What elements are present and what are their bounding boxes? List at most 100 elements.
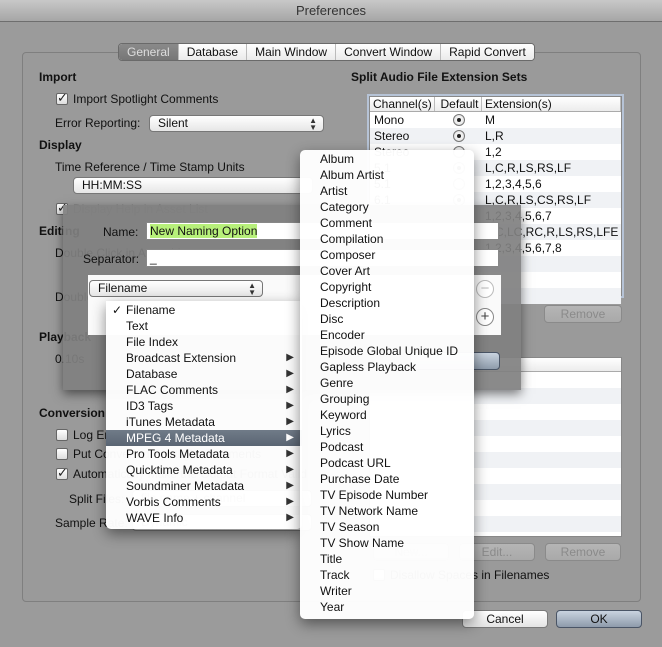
column-channels[interactable]: Channel(s) — [370, 97, 435, 111]
menu-item[interactable]: Quicktime Metadata ▶ — [106, 462, 302, 478]
submenu-item-label: Gapless Playback — [320, 360, 417, 374]
submenu-item[interactable]: Compilation — [300, 231, 474, 247]
submenu-item[interactable]: Writer — [300, 583, 474, 599]
submenu-item[interactable]: Artist — [300, 183, 474, 199]
minus-icon: − — [480, 280, 490, 297]
menu-item[interactable]: Text — [106, 318, 302, 334]
popup-arrows-icon: ▲ ▼ — [248, 281, 256, 297]
submenu-item[interactable]: Gapless Playback — [300, 359, 474, 375]
submenu-item[interactable]: Podcast URL — [300, 455, 474, 471]
submenu-item-label: Podcast — [320, 440, 364, 454]
menu-item-label: WAVE Info — [126, 511, 184, 525]
submenu-item[interactable]: Comment — [300, 215, 474, 231]
menu-item[interactable]: iTunes Metadata ▶ — [106, 414, 302, 430]
menu-item[interactable]: Database ▶ — [106, 366, 302, 382]
submenu-arrow-icon: ▶ — [286, 368, 294, 379]
menu-item[interactable]: MPEG 4 Metadata ▶ — [106, 430, 302, 446]
checkbox-icon[interactable] — [56, 90, 68, 106]
submenu-item[interactable]: Keyword — [300, 407, 474, 423]
submenu-item[interactable]: TV Season — [300, 519, 474, 535]
submenu-arrow-icon: ▶ — [286, 496, 294, 507]
submenu-item-label: Copyright — [320, 280, 372, 294]
radio-button[interactable] — [452, 114, 465, 126]
menu-item-label: Text — [126, 319, 149, 333]
menu-item-label: Quicktime Metadata — [126, 463, 233, 477]
checkbox-icon[interactable] — [56, 429, 68, 441]
remove-naming-button[interactable]: Remove — [545, 543, 621, 561]
split-remove-button[interactable]: Remove — [544, 305, 622, 323]
menu-item[interactable]: ID3 Tags ▶ — [106, 398, 302, 414]
submenu-item-label: TV Show Name — [320, 536, 405, 550]
submenu-item[interactable]: Cover Art — [300, 263, 474, 279]
column-extensions[interactable]: Extension(s) — [482, 97, 621, 111]
menu-item[interactable]: Pro Tools Metadata ▶ — [106, 446, 302, 462]
mpeg4-submenu: Album Album Artist Artist Category Comment Co… — [300, 150, 474, 619]
menu-item[interactable]: WAVE Info ▶ — [106, 510, 302, 526]
submenu-item[interactable]: Purchase Date — [300, 471, 474, 487]
submenu-item[interactable]: Disc — [300, 311, 474, 327]
submenu-item[interactable]: Grouping — [300, 391, 474, 407]
submenu-item-label: Category — [320, 200, 369, 214]
tab-rapid-convert[interactable]: Rapid Convert — [441, 44, 534, 60]
display-heading: Display — [39, 138, 82, 152]
submenu-item[interactable]: Composer — [300, 247, 474, 263]
error-reporting-popup[interactable]: Silent ▲ ▼ — [149, 115, 324, 132]
submenu-item[interactable]: TV Episode Number — [300, 487, 474, 503]
column-default[interactable]: Default — [435, 97, 482, 111]
submenu-item[interactable]: Lyrics — [300, 423, 474, 439]
submenu-item-label: TV Network Name — [320, 504, 419, 518]
tab-general[interactable]: General — [119, 44, 179, 60]
menu-item[interactable]: FLAC Comments ▶ — [106, 382, 302, 398]
submenu-item[interactable]: TV Network Name — [300, 503, 474, 519]
submenu-item-label: Title — [320, 552, 343, 566]
error-reporting-value: Silent — [158, 116, 189, 130]
submenu-item[interactable]: Podcast — [300, 439, 474, 455]
submenu-item[interactable]: Title — [300, 551, 474, 567]
submenu-item[interactable]: Album — [300, 151, 474, 167]
menu-item[interactable]: Broadcast Extension ▶ — [106, 350, 302, 366]
submenu-arrow-icon: ▶ — [286, 416, 294, 427]
submenu-item[interactable]: Category — [300, 199, 474, 215]
token-popup[interactable]: Filename ▲ ▼ — [89, 280, 263, 297]
ok-button[interactable]: OK — [556, 610, 642, 628]
submenu-item[interactable]: Episode Global Unique ID — [300, 343, 474, 359]
tab-convert-window[interactable]: Convert Window — [336, 44, 442, 60]
checkbox-icon[interactable] — [56, 448, 68, 460]
submenu-item[interactable]: Copyright — [300, 279, 474, 295]
submenu-item[interactable]: Encoder — [300, 327, 474, 343]
submenu-item-label: Disc — [320, 312, 344, 326]
radio-button[interactable] — [452, 130, 465, 142]
add-token-button[interactable]: + — [476, 308, 494, 326]
submenu-item[interactable]: Track — [300, 567, 474, 583]
sheet-name-label: Name: — [103, 225, 139, 239]
separator-label: Separator: — [83, 252, 140, 266]
submenu-item[interactable]: TV Show Name — [300, 535, 474, 551]
menu-item-label: Vorbis Comments — [126, 495, 221, 509]
cancel-button[interactable]: Cancel — [462, 610, 548, 628]
submenu-item[interactable]: Album Artist — [300, 167, 474, 183]
submenu-item-label: Encoder — [320, 328, 365, 342]
table-row[interactable]: Mono M — [370, 112, 621, 128]
time-reference-popup[interactable]: HH:MM:SS — [73, 177, 313, 194]
submenu-item-label: Comment — [320, 216, 373, 230]
import-spotlight-checkbox[interactable]: Import Spotlight Comments — [56, 90, 218, 106]
menu-item[interactable]: Vorbis Comments ▶ — [106, 494, 302, 510]
submenu-arrow-icon: ▶ — [286, 512, 294, 523]
menu-item[interactable]: File Index — [106, 334, 302, 350]
menu-item[interactable]: ✓ Filename — [106, 302, 302, 318]
submenu-item-label: Podcast URL — [320, 456, 391, 470]
checkbox-icon[interactable] — [56, 465, 68, 481]
table-row[interactable]: Stereo L,R — [370, 128, 621, 144]
submenu-arrow-icon: ▶ — [286, 464, 294, 475]
name-input-value: New Naming Option — [150, 224, 258, 238]
tab-main-window[interactable]: Main Window — [247, 44, 337, 60]
submenu-arrow-icon: ▶ — [286, 352, 294, 363]
submenu-item-label: Compilation — [320, 232, 384, 246]
remove-token-button[interactable]: − — [476, 280, 494, 298]
time-reference-label: Time Reference / Time Stamp Units — [55, 160, 245, 174]
tab-database[interactable]: Database — [178, 44, 248, 60]
submenu-item[interactable]: Year — [300, 599, 474, 615]
menu-item[interactable]: Soundminer Metadata ▶ — [106, 478, 302, 494]
submenu-item[interactable]: Description — [300, 295, 474, 311]
submenu-item[interactable]: Genre — [300, 375, 474, 391]
